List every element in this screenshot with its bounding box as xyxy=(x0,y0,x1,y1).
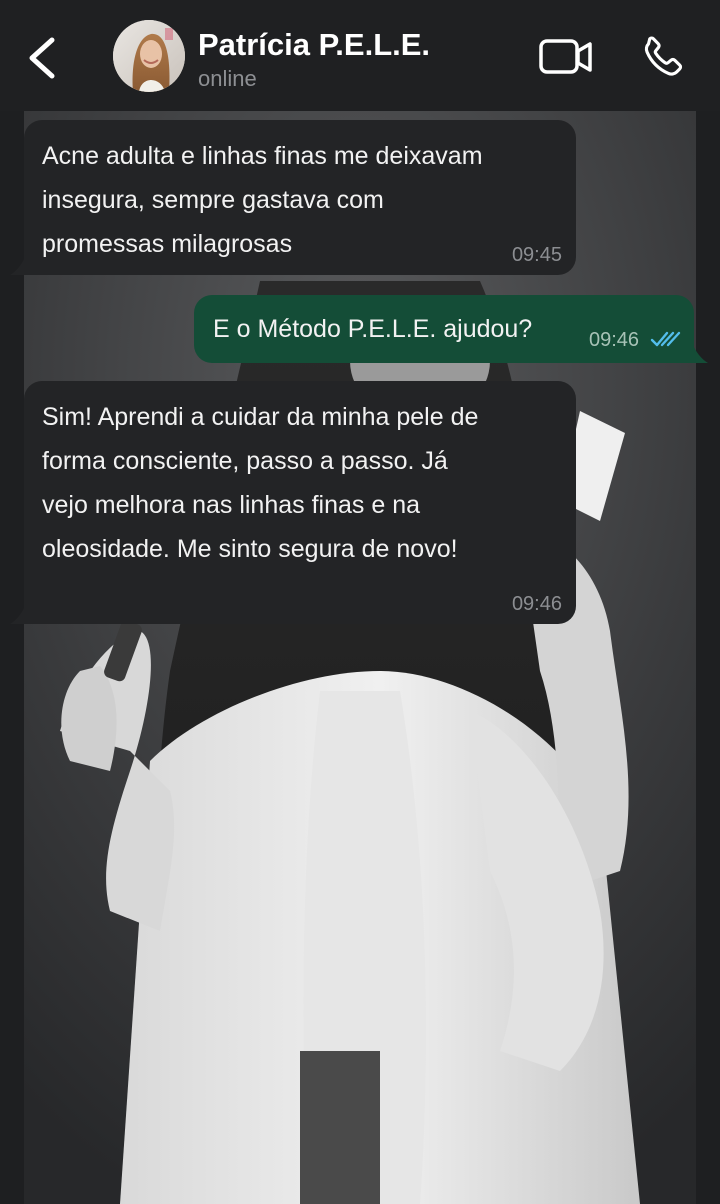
bubble-tail xyxy=(692,343,708,363)
message-bubble-incoming[interactable]: Acne adulta e linhas finas me deixavam i… xyxy=(10,120,576,275)
message-text: E o Método P.E.L.E. ajudou? xyxy=(213,315,533,343)
chat-screen: Patrícia P.E.L.E. online Acne adulta e l… xyxy=(0,0,720,1204)
phone-icon xyxy=(644,36,683,76)
back-button[interactable] xyxy=(20,30,64,86)
bubble-tail xyxy=(10,255,26,275)
message-time: 09:46 xyxy=(589,329,640,351)
message-text: Sim! Aprendi a cuidar da minha pele de f… xyxy=(42,403,479,563)
double-check-read-icon xyxy=(650,331,681,347)
contact-name[interactable]: Patrícia P.E.L.E. xyxy=(198,27,430,63)
chat-area[interactable]: Acne adulta e linhas finas me deixavam i… xyxy=(0,111,720,1204)
contact-photo xyxy=(113,20,185,92)
voice-call-button[interactable] xyxy=(636,33,686,83)
message-bubble-outgoing[interactable]: E o Método P.E.L.E. ajudou? 09:46 xyxy=(194,295,708,363)
video-camera-icon xyxy=(539,39,592,74)
bubble-tail xyxy=(10,604,26,624)
message-text: Acne adulta e linhas finas me deixavam i… xyxy=(42,142,483,258)
chevron-left-icon xyxy=(29,37,55,79)
message-bubble-incoming[interactable]: Sim! Aprendi a cuidar da minha pele de f… xyxy=(10,381,576,624)
contact-status: online xyxy=(198,66,257,91)
message-time: 09:46 xyxy=(511,593,562,615)
chat-header: Patrícia P.E.L.E. online xyxy=(0,0,720,111)
avatar[interactable] xyxy=(113,20,185,92)
message-time: 09:45 xyxy=(511,244,562,266)
video-call-button[interactable] xyxy=(538,36,594,78)
